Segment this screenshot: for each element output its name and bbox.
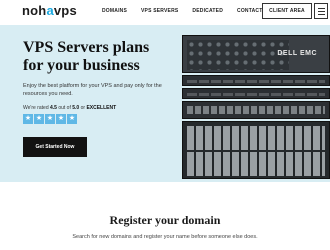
menu-icon[interactable]: [314, 3, 328, 19]
server-unit: [182, 75, 330, 86]
hero-description: Enjoy the best platform for your VPS and…: [23, 83, 162, 97]
client-area-button[interactable]: CLIENT AREA: [262, 3, 312, 19]
server-rack-image: DELL EMC: [182, 35, 330, 182]
star-icon: ★: [23, 114, 33, 124]
server-unit: [182, 101, 330, 119]
rating-text: We're rated 4.5 out of 5.0 or EXCELLENT: [23, 105, 117, 111]
nav-vps-servers[interactable]: VPS SERVERS: [141, 8, 178, 14]
nav-dedicated[interactable]: DEDICATED: [192, 8, 223, 14]
site-header: nohavps DOMAINS VPS SERVERS DEDICATED CO…: [0, 0, 330, 25]
register-title: Register your domain: [109, 213, 221, 227]
rating-stars: ★ ★ ★ ★ ★: [23, 114, 77, 124]
star-icon: ★: [34, 114, 44, 124]
star-icon: ★: [45, 114, 55, 124]
nav-domains[interactable]: DOMAINS: [102, 8, 127, 14]
server-unit: [182, 121, 330, 179]
star-icon: ★: [56, 114, 66, 124]
logo[interactable]: nohavps: [22, 3, 77, 18]
get-started-button[interactable]: Get Started Now: [23, 137, 87, 157]
server-unit: DELL EMC: [182, 35, 330, 73]
hero-section: VPS Servers plans for your business Enjo…: [0, 25, 330, 182]
hero-title: VPS Servers plans for your business: [23, 39, 150, 74]
register-subtitle: Search for new domains and register your…: [72, 234, 258, 240]
star-icon: ★: [67, 114, 77, 124]
main-nav: DOMAINS VPS SERVERS DEDICATED CONTACT: [102, 8, 277, 14]
dell-emc-logo: DELL EMC: [277, 50, 317, 57]
nav-contact[interactable]: CONTACT: [237, 8, 262, 14]
server-unit: [182, 88, 330, 99]
